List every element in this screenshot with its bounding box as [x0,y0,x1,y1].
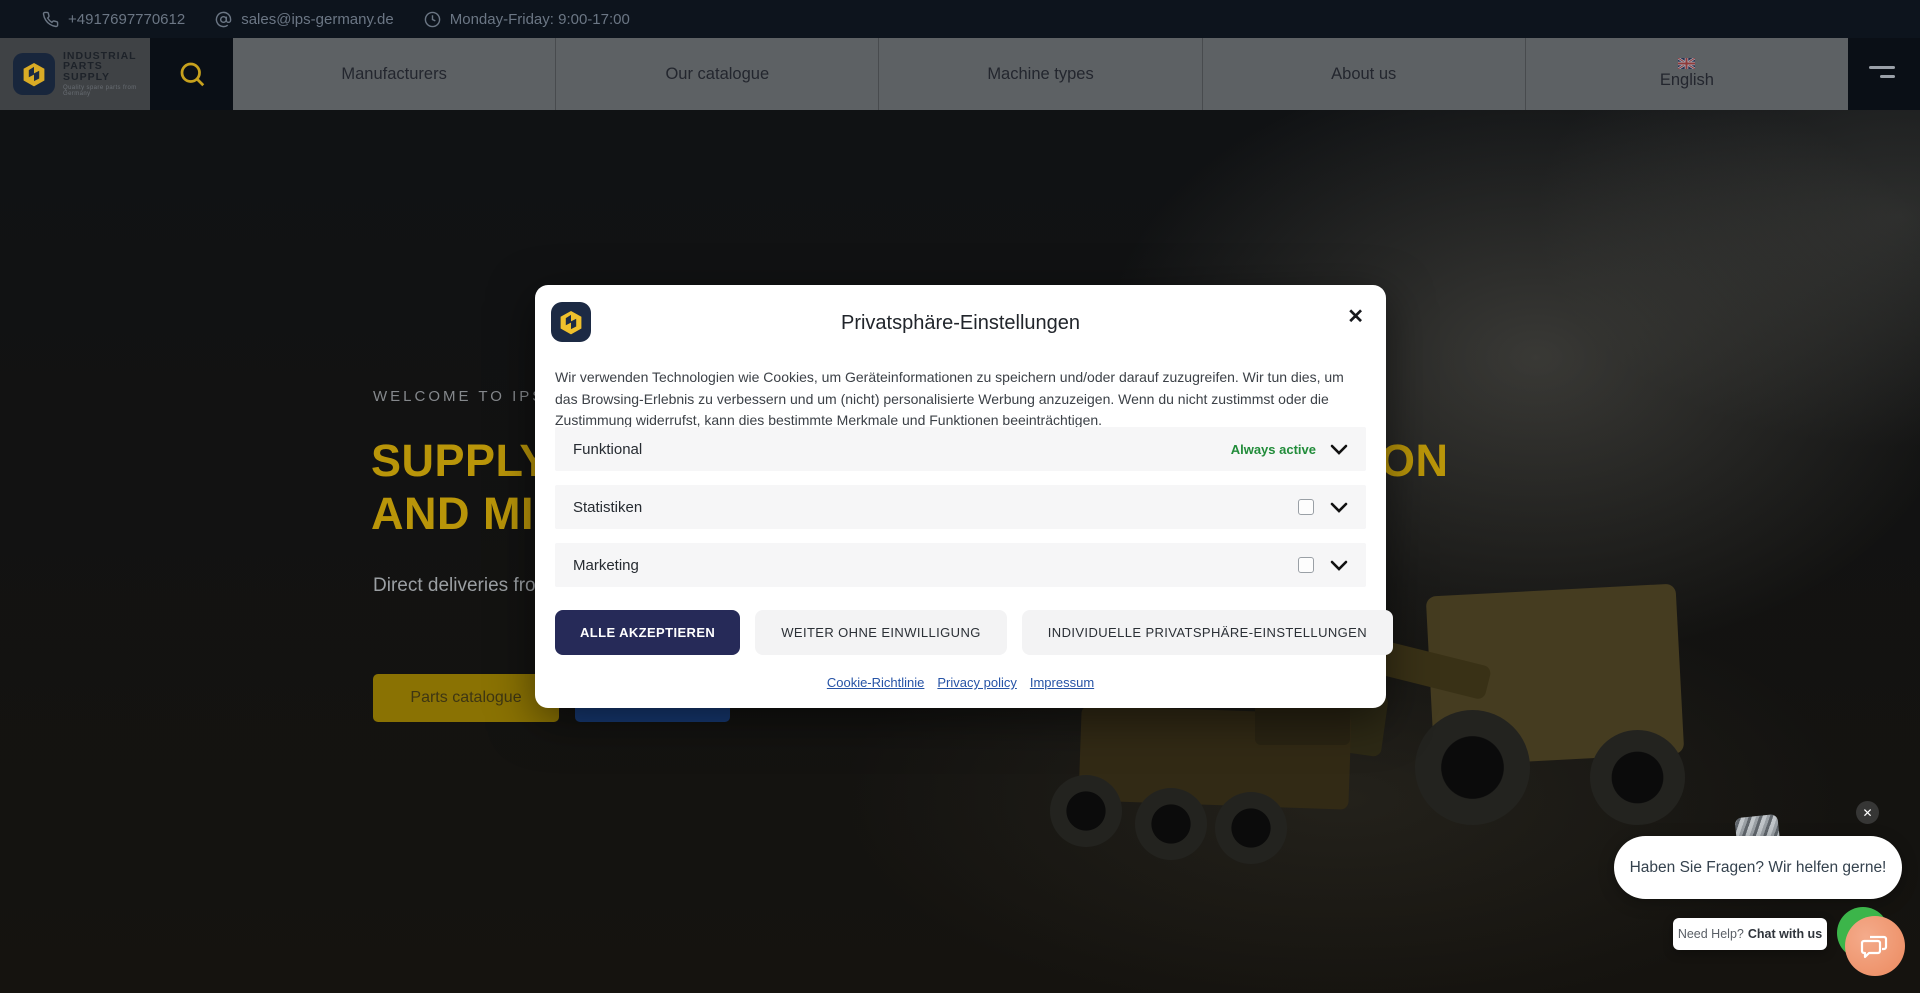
hero-eyebrow: WELCOME TO IPS [373,388,545,405]
nav-item-our-catalogue[interactable]: Our catalogue [556,38,879,110]
privacy-settings-dialog: Privatsphäre-Einstellungen ✕ Wir verwend… [535,285,1386,708]
chevron-down-icon[interactable] [1330,560,1348,571]
chevron-down-icon[interactable] [1330,444,1348,455]
dialog-title: Privatsphäre-Einstellungen [535,312,1386,335]
chat-close-icon[interactable]: ✕ [1856,801,1879,824]
dialog-buttons-row: ALLE AKZEPTIEREN WEITER OHNE EINWILLIGUN… [555,610,1393,655]
chat-bubbles-icon [1860,931,1890,961]
dialog-description: Wir verwenden Technologien wie Cookies, … [555,367,1366,432]
top-info-bar: +4917697770612 sales@ips-germany.de Mond… [0,0,1920,38]
loader-wheel-rear [1590,730,1685,825]
marketing-checkbox[interactable] [1298,557,1314,573]
search-button[interactable] [150,38,233,110]
impressum-link[interactable]: Impressum [1030,675,1094,690]
consent-row-marketing[interactable]: Marketing [555,543,1366,587]
chat-need-help-pill[interactable]: Need Help? Chat with us [1673,918,1827,950]
nav-item-machine-types[interactable]: Machine types [879,38,1202,110]
email-address: sales@ips-germany.de [241,11,394,28]
phone-icon [42,11,59,28]
brand-name-line2: PARTS SUPPLY [63,61,150,82]
phone-number: +4917697770612 [68,11,185,28]
phone-contact[interactable]: +4917697770612 [42,11,185,28]
consent-label: Statistiken [573,499,1298,516]
brand-logo-block[interactable]: INDUSTRIAL PARTS SUPPLY Quality spare pa… [0,38,150,110]
brand-tagline: Quality spare parts from Germany [63,85,150,97]
truck-wheel-2 [1135,788,1207,860]
consent-row-statistiken[interactable]: Statistiken [555,485,1366,529]
nav-item-manufacturers[interactable]: Manufacturers [233,38,556,110]
consent-label: Marketing [573,557,1298,574]
truck-wheel-3 [1215,792,1287,864]
brand-text: INDUSTRIAL PARTS SUPPLY Quality spare pa… [63,51,150,98]
parts-catalogue-button[interactable]: Parts catalogue [373,674,559,722]
cookie-policy-link[interactable]: Cookie-Richtlinie [827,675,925,690]
nav-item-about-us[interactable]: About us [1203,38,1526,110]
statistiken-checkbox[interactable] [1298,499,1314,515]
cube-logo-icon [21,61,47,87]
brand-logo [13,53,55,95]
chat-greeting-bubble[interactable]: Haben Sie Fragen? Wir helfen gerne! [1614,836,1902,899]
clock-icon [424,11,441,28]
chat-with-us-text: Chat with us [1748,927,1822,941]
opening-hours: Monday-Friday: 9:00-17:00 [424,11,630,28]
privacy-policy-link[interactable]: Privacy policy [937,675,1016,690]
page: +4917697770612 sales@ips-germany.de Mond… [0,0,1920,993]
nav-strip: Manufacturers Our catalogue Machine type… [233,38,1848,110]
loader-wheel-front [1415,710,1530,825]
need-help-text: Need Help? [1678,927,1744,941]
hours-text: Monday-Friday: 9:00-17:00 [450,11,630,28]
uk-flag-icon [1678,58,1695,69]
truck-wheel-1 [1050,775,1122,847]
search-icon [177,59,207,89]
menu-hamburger-icon[interactable] [1869,66,1895,82]
dialog-policy-links: Cookie-Richtlinie Privacy policy Impress… [535,675,1386,690]
individual-privacy-settings-button[interactable]: INDIVIDUELLE PRIVATSPHÄRE-EINSTELLUNGEN [1022,610,1393,655]
email-icon [215,11,232,28]
consent-label: Funktional [573,441,1231,458]
main-navbar: INDUSTRIAL PARTS SUPPLY Quality spare pa… [0,38,1920,110]
chevron-down-icon[interactable] [1330,502,1348,513]
accept-all-button[interactable]: ALLE AKZEPTIEREN [555,610,740,655]
language-label: English [1660,71,1714,90]
continue-without-consent-button[interactable]: WEITER OHNE EINWILLIGUNG [755,610,1007,655]
chat-launcher-button[interactable] [1845,916,1905,976]
email-contact[interactable]: sales@ips-germany.de [215,11,394,28]
always-active-status: Always active [1231,442,1316,457]
consent-row-funktional[interactable]: Funktional Always active [555,427,1366,471]
language-selector[interactable]: English [1526,38,1848,110]
dialog-close-icon[interactable]: ✕ [1347,307,1364,327]
